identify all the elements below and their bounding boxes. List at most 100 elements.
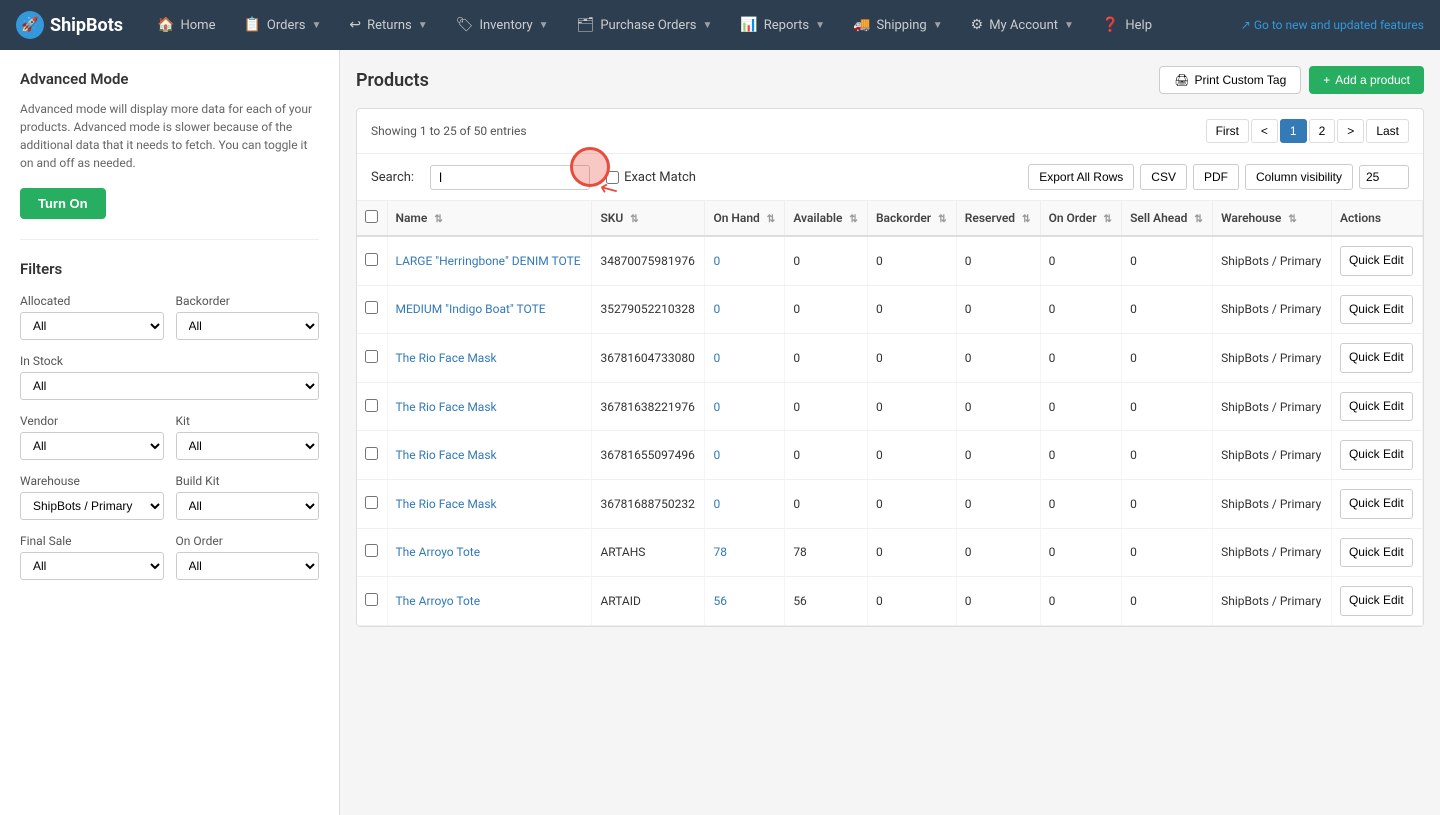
filter-row-0: Allocated All Backorder All <box>20 294 319 340</box>
filter-group-left-3: Warehouse ShipBots / PrimaryAll <box>20 474 164 520</box>
filter-select-warehouse[interactable]: ShipBots / PrimaryAll <box>20 492 164 520</box>
filter-select-kit[interactable]: All <box>176 432 320 460</box>
my-account-nav-icon: ⚙ <box>971 17 984 33</box>
row-check-2[interactable] <box>365 350 378 363</box>
sort-sku-icon: ⇅ <box>630 214 638 225</box>
filter-row-1: In Stock All <box>20 354 319 400</box>
page-prev-button[interactable]: < <box>1251 119 1278 143</box>
exact-match-checkbox[interactable] <box>606 171 619 184</box>
print-custom-tag-button[interactable]: 🖨 Print Custom Tag <box>1159 66 1301 94</box>
returns-chevron: ▼ <box>418 20 428 31</box>
brand-logo[interactable]: 🚀 ShipBots <box>16 11 123 39</box>
filter-select-backorder[interactable]: All <box>176 312 320 340</box>
row-check-6[interactable] <box>365 544 378 557</box>
row-check-0[interactable] <box>365 253 378 266</box>
nav-item-help[interactable]: ❓Help <box>1088 0 1166 50</box>
quick-edit-button-4[interactable]: Quick Edit <box>1340 440 1413 470</box>
nav-item-my-account[interactable]: ⚙My Account▼ <box>957 0 1088 50</box>
nav-item-home[interactable]: 🏠Home <box>143 0 229 50</box>
pdf-button[interactable]: PDF <box>1193 164 1239 190</box>
nav-item-inventory[interactable]: 🏷Inventory▼ <box>442 0 563 50</box>
product-link-7[interactable]: The Arroyo Tote <box>396 594 481 608</box>
col-sku: SKU ⇅ <box>592 201 705 236</box>
filter-group-right-3: Build Kit All <box>176 474 320 520</box>
filter-label-On Order: On Order <box>176 534 320 548</box>
product-link-2[interactable]: The Rio Face Mask <box>396 351 497 365</box>
filters-section: Filters Allocated All Backorder All In S… <box>20 260 319 580</box>
filter-select-build-kit[interactable]: All <box>176 492 320 520</box>
products-table: Name ⇅ SKU ⇅ On Hand ⇅ Available ⇅ Backo… <box>357 201 1423 626</box>
row-actions-7: Quick Edit <box>1331 577 1422 626</box>
product-link-0[interactable]: LARGE "Herringbone" DENIM TOTE <box>396 254 581 268</box>
table-header: Name ⇅ SKU ⇅ On Hand ⇅ Available ⇅ Backo… <box>357 201 1423 236</box>
row-available-5: 0 <box>785 479 868 528</box>
exact-match-label[interactable]: Exact Match <box>606 170 696 185</box>
page-last-button[interactable]: Last <box>1366 119 1409 143</box>
quick-edit-button-2[interactable]: Quick Edit <box>1340 343 1413 373</box>
add-product-button[interactable]: + Add a product <box>1309 66 1424 94</box>
products-header: Products 🖨 Print Custom Tag + Add a prod… <box>356 66 1424 94</box>
quick-edit-button-5[interactable]: Quick Edit <box>1340 489 1413 519</box>
turn-on-button[interactable]: Turn On <box>20 188 106 219</box>
quick-edit-button-6[interactable]: Quick Edit <box>1340 538 1413 568</box>
product-link-1[interactable]: MEDIUM "Indigo Boat" TOTE <box>396 302 546 316</box>
page-next-button[interactable]: > <box>1337 119 1364 143</box>
search-bar: Search: ↖ Exact Match Export All Rows CS… <box>357 154 1423 201</box>
row-check-3[interactable] <box>365 399 378 412</box>
quick-edit-button-0[interactable]: Quick Edit <box>1340 246 1413 276</box>
export-all-rows-button[interactable]: Export All Rows <box>1028 164 1134 190</box>
quick-edit-button-3[interactable]: Quick Edit <box>1340 392 1413 422</box>
nav-item-returns[interactable]: ↩Returns▼ <box>335 0 441 50</box>
purchase-orders-nav-icon: 🗂 <box>577 17 595 33</box>
quick-edit-button-1[interactable]: Quick Edit <box>1340 295 1413 325</box>
row-reserved-3: 0 <box>956 382 1040 431</box>
row-warehouse-3: ShipBots / Primary <box>1213 382 1332 431</box>
reports-nav-icon: 📊 <box>740 17 757 33</box>
filter-rows: Allocated All Backorder All In Stock All… <box>20 294 319 580</box>
filter-select-allocated[interactable]: All <box>20 312 164 340</box>
filter-select-final-sale[interactable]: All <box>20 552 164 580</box>
product-link-5[interactable]: The Rio Face Mask <box>396 497 497 511</box>
row-check-7[interactable] <box>365 593 378 606</box>
nav-item-orders[interactable]: 📋Orders▼ <box>229 0 335 50</box>
search-input[interactable] <box>430 165 590 190</box>
csv-button[interactable]: CSV <box>1140 164 1187 190</box>
filter-label-Kit: Kit <box>176 414 320 428</box>
nav-item-shipping[interactable]: 🚚Shipping▼ <box>839 0 957 50</box>
row-check-1[interactable] <box>365 301 378 314</box>
banner-link[interactable]: ↗ Go to new and updated features <box>1241 18 1424 32</box>
col-reserved: Reserved ⇅ <box>956 201 1040 236</box>
col-name: Name ⇅ <box>387 201 592 236</box>
row-check-4[interactable] <box>365 447 378 460</box>
exact-match-text: Exact Match <box>624 170 696 185</box>
filter-group-left-0: Allocated All <box>20 294 164 340</box>
brand-icon: 🚀 <box>16 11 44 39</box>
column-visibility-button[interactable]: Column visibility <box>1245 164 1353 190</box>
filter-select-on-order[interactable]: All <box>176 552 320 580</box>
print-tag-label: Print Custom Tag <box>1194 73 1286 87</box>
col-on-hand: On Hand ⇅ <box>705 201 785 236</box>
per-page-input[interactable] <box>1359 165 1409 189</box>
page-2-button[interactable]: 2 <box>1309 119 1336 143</box>
page-first-button[interactable]: First <box>1206 119 1249 143</box>
row-reserved-6: 0 <box>956 528 1040 577</box>
nav-item-reports[interactable]: 📊Reports▼ <box>726 0 839 50</box>
select-all-checkbox[interactable] <box>365 210 378 223</box>
product-link-4[interactable]: The Rio Face Mask <box>396 448 497 462</box>
showing-text: Showing 1 to 25 of 50 entries <box>371 124 527 138</box>
home-label: Home <box>180 18 215 33</box>
product-link-3[interactable]: The Rio Face Mask <box>396 400 497 414</box>
row-warehouse-6: ShipBots / Primary <box>1213 528 1332 577</box>
row-on-hand-2: 0 <box>705 334 785 383</box>
row-available-0: 0 <box>785 236 868 285</box>
filter-select-in-stock[interactable]: All <box>20 372 319 400</box>
quick-edit-button-7[interactable]: Quick Edit <box>1340 586 1413 616</box>
row-check-5[interactable] <box>365 496 378 509</box>
product-link-6[interactable]: The Arroyo Tote <box>396 545 481 559</box>
row-sell-ahead-4: 0 <box>1122 431 1213 480</box>
filters-title: Filters <box>20 260 319 278</box>
nav-item-purchase-orders[interactable]: 🗂Purchase Orders▼ <box>563 0 727 50</box>
filter-select-vendor[interactable]: All <box>20 432 164 460</box>
page-1-button[interactable]: 1 <box>1280 119 1307 143</box>
row-available-2: 0 <box>785 334 868 383</box>
